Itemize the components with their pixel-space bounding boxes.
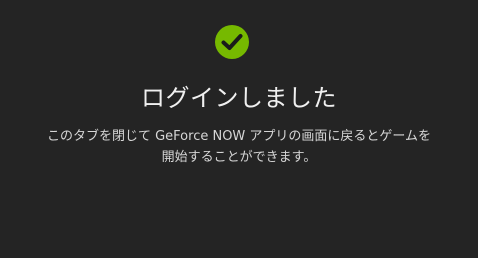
instruction-line-1: このタブを閉じて GeForce NOW アプリの画面に戻るとゲームを — [46, 129, 432, 144]
instruction-message: このタブを閉じて GeForce NOW アプリの画面に戻るとゲームを 開始する… — [20, 126, 458, 168]
instruction-line-2: 開始することができます。 — [161, 150, 317, 165]
page-title: ログインしました — [141, 84, 337, 112]
login-success-page: { "status": { "icon": "check-circle-icon… — [0, 0, 478, 258]
check-circle-icon — [215, 25, 249, 59]
checkmark-icon — [221, 34, 243, 50]
